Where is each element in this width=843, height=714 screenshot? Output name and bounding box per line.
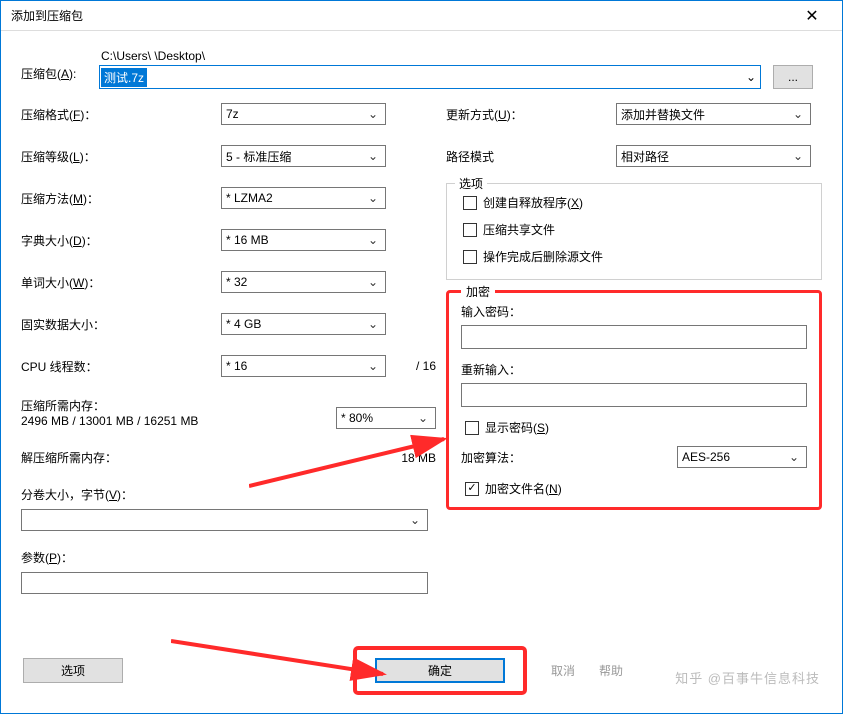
chevron-down-icon: ⌄ [415, 411, 431, 425]
chevron-down-icon: ⌄ [786, 450, 802, 464]
format-combo[interactable]: 7z⌄ [221, 103, 386, 125]
chevron-down-icon: ⌄ [365, 317, 381, 331]
mem-compress-value: 2496 MB / 13001 MB / 16251 MB [21, 414, 336, 428]
chevron-down-icon: ⌄ [365, 359, 381, 373]
shared-checkbox[interactable] [463, 223, 477, 237]
shared-label: 压缩共享文件 [483, 221, 555, 238]
dict-label: 字典大小(D)： [21, 232, 221, 249]
chevron-down-icon: ⌄ [365, 275, 381, 289]
help-button[interactable]: 帮助 [599, 662, 623, 679]
solid-combo[interactable]: * 4 GB⌄ [221, 313, 386, 335]
ok-highlight: 确定 [353, 646, 527, 695]
chevron-down-icon: ⌄ [790, 149, 806, 163]
chevron-down-icon: ⌄ [742, 70, 760, 84]
password-input[interactable] [461, 325, 807, 349]
mem-percent-combo[interactable]: * 80%⌄ [336, 407, 436, 429]
encryption-legend: 加密 [461, 283, 495, 300]
chevron-down-icon: ⌄ [365, 149, 381, 163]
format-label: 压缩格式(F)： [21, 106, 221, 123]
params-label: 参数(P)： [21, 549, 436, 566]
encnames-checkbox[interactable]: ✓ [465, 482, 479, 496]
chevron-down-icon: ⌄ [365, 233, 381, 247]
password-label: 输入密码： [461, 303, 807, 320]
method-label: 压缩方法(M)： [21, 190, 221, 207]
cancel-button[interactable]: 取消 [551, 662, 575, 679]
archive-path-text: C:\Users\ \Desktop\ [101, 49, 822, 63]
solid-label: 固实数据大小： [21, 316, 221, 333]
showpwd-checkbox[interactable] [465, 421, 479, 435]
archive-label: 压缩包(A): [21, 49, 99, 82]
showpwd-label: 显示密码(S) [485, 419, 549, 436]
split-label: 分卷大小，字节(V)： [21, 486, 436, 503]
mem-decompress-value: 18 MB [401, 451, 436, 465]
update-label: 更新方式(U)： [446, 106, 616, 123]
method-combo[interactable]: * LZMA2⌄ [221, 187, 386, 209]
dict-combo[interactable]: * 16 MB⌄ [221, 229, 386, 251]
params-input[interactable] [21, 572, 428, 594]
update-combo[interactable]: 添加并替换文件⌄ [616, 103, 811, 125]
delete-label: 操作完成后删除源文件 [483, 248, 603, 265]
delete-checkbox[interactable] [463, 250, 477, 264]
password2-label: 重新输入： [461, 361, 807, 378]
chevron-down-icon: ⌄ [365, 107, 381, 121]
close-button[interactable]: ✕ [792, 2, 832, 30]
word-combo[interactable]: * 32⌄ [221, 271, 386, 293]
word-label: 单词大小(W)： [21, 274, 221, 291]
encryption-fieldset: 加密 输入密码： 重新输入： 显示密码(S) 加密算法： AES-256⌄ ✓加… [446, 290, 822, 510]
sfx-label: 创建自释放程序(X) [483, 194, 583, 211]
chevron-down-icon: ⌄ [407, 513, 423, 527]
archive-name-value: 测试.7z [101, 68, 147, 87]
options-button[interactable]: 选项 [23, 658, 123, 683]
threads-total: / 16 [386, 359, 436, 373]
archive-name-combo[interactable]: 测试.7z ⌄ [99, 65, 761, 89]
level-combo[interactable]: 5 - 标准压缩⌄ [221, 145, 386, 167]
encnames-label: 加密文件名(N) [485, 480, 562, 497]
window-title: 添加到压缩包 [11, 7, 792, 24]
sfx-checkbox[interactable] [463, 196, 477, 210]
dialog-window: 添加到压缩包 ✕ 压缩包(A): C:\Users\ \Desktop\ 测试.… [0, 0, 843, 714]
pathmode-label: 路径模式 [446, 148, 616, 165]
mem-decompress-label: 解压缩所需内存： [21, 449, 401, 466]
options-legend: 选项 [455, 175, 487, 192]
watermark: 知乎 @百事牛信息科技 [675, 668, 820, 687]
threads-combo[interactable]: * 16⌄ [221, 355, 386, 377]
alg-label: 加密算法： [461, 449, 677, 466]
chevron-down-icon: ⌄ [790, 107, 806, 121]
split-combo[interactable]: ⌄ [21, 509, 428, 531]
password2-input[interactable] [461, 383, 807, 407]
threads-label: CPU 线程数： [21, 358, 221, 375]
browse-button[interactable]: ... [773, 65, 813, 89]
chevron-down-icon: ⌄ [365, 191, 381, 205]
ok-button[interactable]: 确定 [375, 658, 505, 683]
pathmode-combo[interactable]: 相对路径⌄ [616, 145, 811, 167]
titlebar: 添加到压缩包 ✕ [1, 1, 842, 31]
mem-compress-label: 压缩所需内存： [21, 397, 336, 414]
alg-combo[interactable]: AES-256⌄ [677, 446, 807, 468]
level-label: 压缩等级(L)： [21, 148, 221, 165]
options-fieldset: 选项 创建自释放程序(X) 压缩共享文件 操作完成后删除源文件 [446, 183, 822, 280]
